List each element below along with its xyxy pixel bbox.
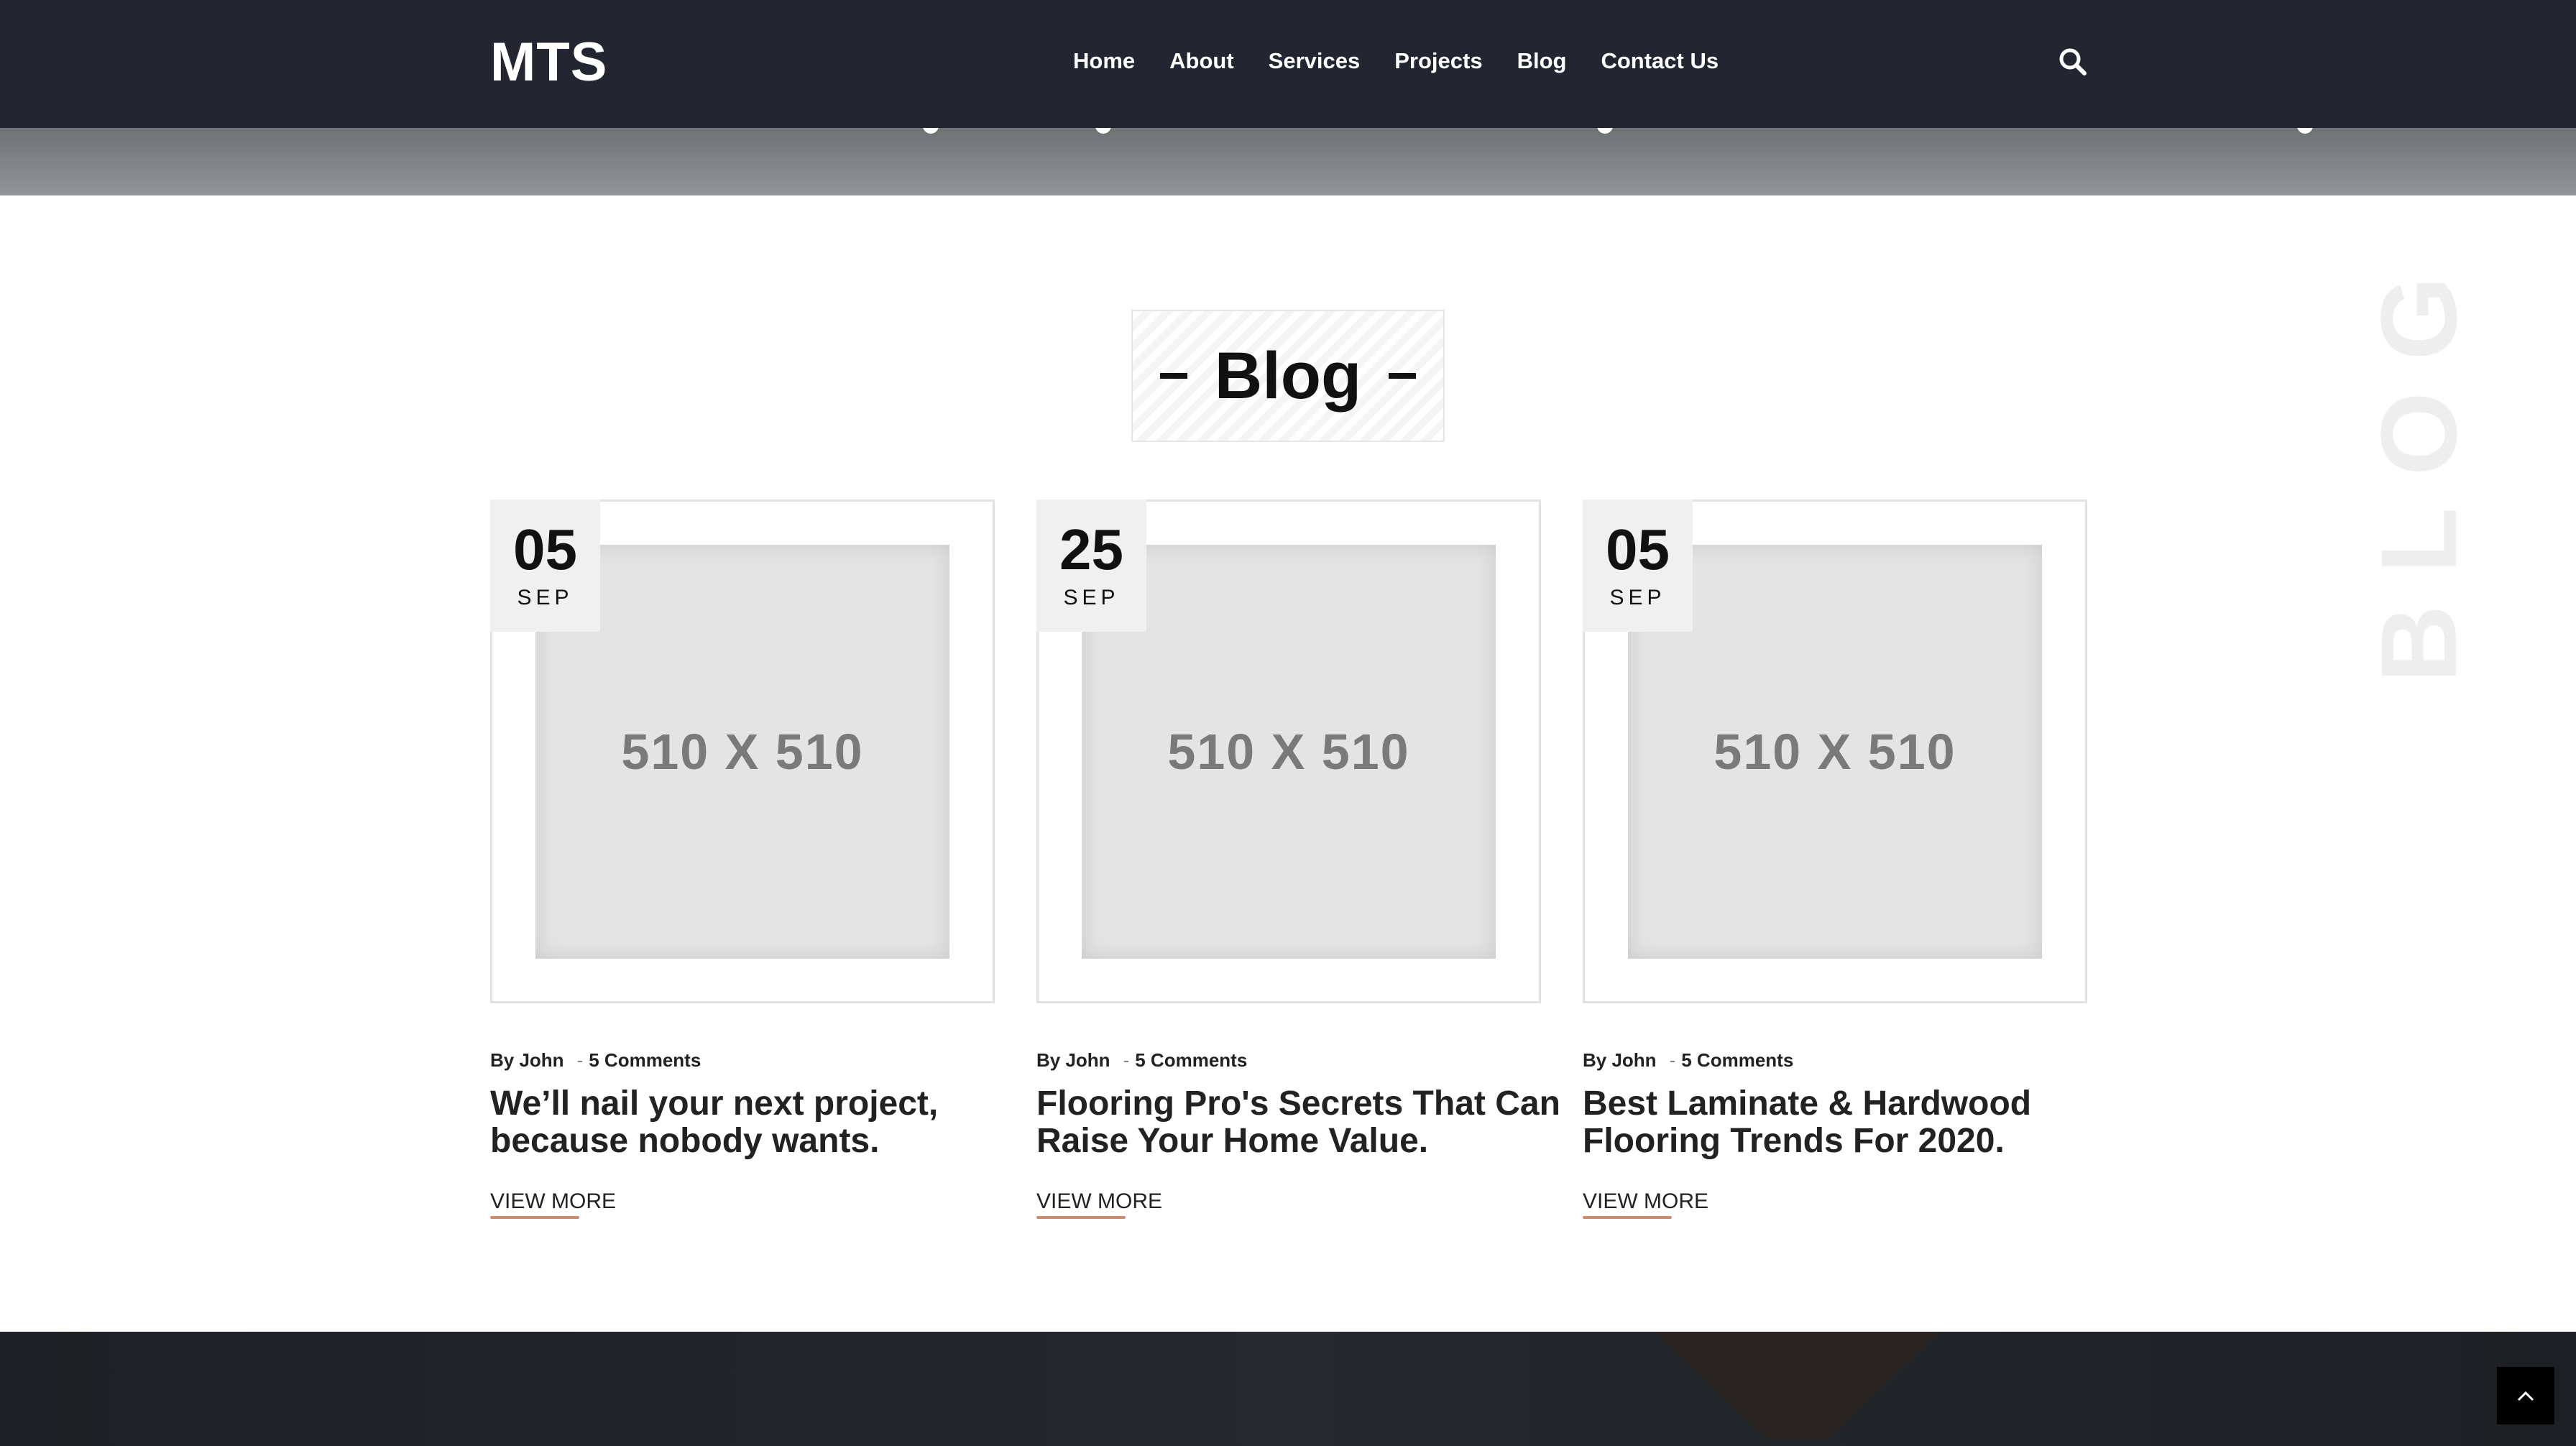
main-nav: Home About Services Projects Blog Contac…	[1073, 43, 1719, 79]
date-month: SEP	[1609, 586, 1666, 609]
search-icon[interactable]	[2057, 46, 2089, 78]
view-more-link[interactable]: VIEW MORE	[1583, 1187, 1709, 1219]
nav-blog[interactable]: Blog	[1517, 43, 1567, 79]
site-logo[interactable]: MTS	[490, 30, 607, 95]
post-meta: By John - 5 Comments	[1583, 1046, 1793, 1074]
view-more-label: VIEW MORE	[490, 1189, 617, 1213]
date-month: SEP	[517, 586, 574, 609]
view-more-label: VIEW MORE	[1036, 1189, 1163, 1213]
heading-dash-left	[1160, 373, 1187, 379]
post-author[interactable]: By John	[490, 1049, 564, 1072]
view-more-link[interactable]: VIEW MORE	[1036, 1187, 1163, 1219]
date-badge: 05 SEP	[490, 499, 600, 632]
date-day: 05	[513, 517, 577, 581]
date-day: 25	[1059, 517, 1123, 581]
chevron-up-icon	[2517, 1391, 2534, 1401]
footer-decoration	[1646, 1332, 1948, 1440]
meta-separator: -	[1123, 1049, 1130, 1071]
post-meta: By John - 5 Comments	[490, 1046, 701, 1074]
link-underline	[1036, 1216, 1126, 1219]
meta-separator: -	[1669, 1049, 1676, 1071]
date-month: SEP	[1063, 586, 1120, 609]
hero-text-fragment	[1597, 128, 1613, 134]
hero-banner-bottom	[0, 128, 2576, 195]
footer-section-top	[0, 1332, 2576, 1446]
post-title[interactable]: We’ll nail your next project, because no…	[490, 1085, 1029, 1160]
post-image-frame[interactable]: 510 X 510 25 SEP	[1036, 499, 1541, 1003]
scroll-to-top-button[interactable]	[2497, 1367, 2554, 1424]
view-more-link[interactable]: VIEW MORE	[490, 1187, 617, 1219]
post-title[interactable]: Best Laminate & Hardwood Flooring Trends…	[1583, 1085, 2122, 1160]
post-author[interactable]: By John	[1583, 1049, 1657, 1072]
section-heading: Blog	[1131, 310, 1445, 442]
site-header: MTS Home About Services Projects Blog Co…	[0, 0, 2576, 128]
hero-text-fragment	[1095, 128, 1111, 134]
post-image-frame[interactable]: 510 X 510 05 SEP	[490, 499, 995, 1003]
nav-about[interactable]: About	[1169, 43, 1234, 79]
link-underline	[1583, 1216, 1672, 1219]
post-author[interactable]: By John	[1036, 1049, 1110, 1072]
image-size-label: 510 X 510	[1167, 724, 1410, 780]
view-more-label: VIEW MORE	[1583, 1189, 1709, 1213]
date-badge: 05 SEP	[1583, 499, 1693, 632]
nav-services[interactable]: Services	[1269, 43, 1361, 79]
post-meta: By John - 5 Comments	[1036, 1046, 1247, 1074]
post-comments[interactable]: 5 Comments	[1135, 1049, 1247, 1072]
heading-dash-right	[1389, 373, 1416, 379]
hero-text-fragment	[923, 128, 939, 134]
post-comments[interactable]: 5 Comments	[1681, 1049, 1793, 1072]
section-watermark: BLOG	[2358, 244, 2479, 683]
hero-text-fragment	[2297, 128, 2313, 134]
nav-projects[interactable]: Projects	[1394, 43, 1482, 79]
link-underline	[490, 1216, 579, 1219]
image-size-label: 510 X 510	[621, 724, 864, 780]
post-image-frame[interactable]: 510 X 510 05 SEP	[1583, 499, 2087, 1003]
date-day: 05	[1606, 517, 1670, 581]
nav-home[interactable]: Home	[1073, 43, 1135, 79]
image-size-label: 510 X 510	[1714, 724, 1956, 780]
meta-separator: -	[576, 1049, 584, 1071]
post-comments[interactable]: 5 Comments	[589, 1049, 701, 1072]
post-title[interactable]: Flooring Pro's Secrets That Can Raise Yo…	[1036, 1085, 1576, 1160]
nav-contact-us[interactable]: Contact Us	[1601, 43, 1719, 79]
date-badge: 25 SEP	[1036, 499, 1146, 632]
section-title: Blog	[1214, 339, 1362, 413]
